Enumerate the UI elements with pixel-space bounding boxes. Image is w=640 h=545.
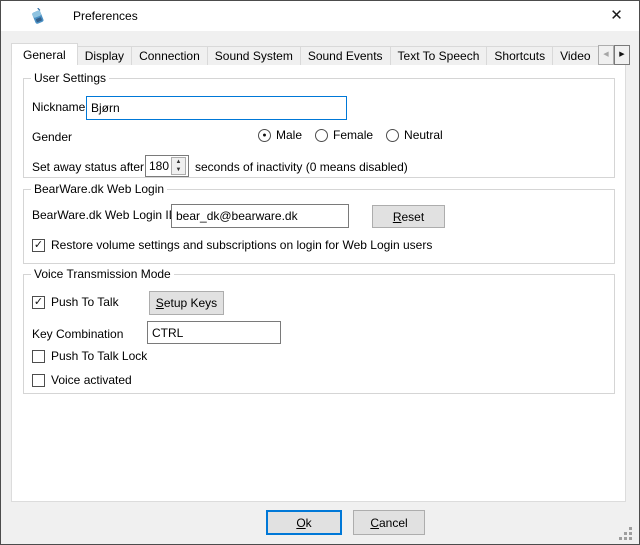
gender-label: Gender [32,130,72,145]
radio-label: Male [276,128,302,142]
nickname-label: Nickname [32,100,85,115]
radio-female[interactable]: Female [315,128,373,142]
radio-neutral[interactable]: Neutral [386,128,443,142]
window-title: Preferences [73,1,138,31]
checkbox-checked-icon: ✓ [32,296,45,309]
checkbox-unchecked-icon [32,350,45,363]
tab-scroll-left-icon[interactable]: ◀ [598,45,614,65]
checkbox-push-to-talk-lock[interactable]: Push To Talk Lock [32,349,147,363]
spin-down-icon[interactable]: ▼ [172,166,185,174]
checkbox-label: Restore volume settings and subscription… [51,238,432,252]
away-seconds-spinner: ▲ ▼ [145,155,189,177]
group-voice-transmission: Voice Transmission Mode ✓ Push To Talk S… [23,274,615,394]
resize-grip[interactable] [619,537,622,540]
away-seconds-input[interactable] [146,156,171,176]
group-user-settings: User Settings Nickname Gender ● Male Fem… [23,78,615,178]
checkbox-unchecked-icon [32,374,45,387]
tab-sound-events[interactable]: Sound Events [300,46,391,65]
away-status-label: Set away status after [32,160,144,175]
reset-button[interactable]: Reset [372,205,445,228]
key-combination-input[interactable] [147,321,281,344]
tab-text-to-speech[interactable]: Text To Speech [390,46,488,65]
checkbox-voice-activated[interactable]: Voice activated [32,373,132,387]
checkbox-label: Push To Talk Lock [51,349,147,363]
tab-sound-system[interactable]: Sound System [207,46,301,65]
app-icon [29,8,46,25]
tab-shortcuts[interactable]: Shortcuts [486,46,553,65]
spinner-buttons: ▲ ▼ [171,157,186,175]
checkbox-label: Voice activated [51,373,132,387]
radio-label: Neutral [404,128,443,142]
away-status-suffix-label: seconds of inactivity (0 means disabled) [195,160,408,175]
tab-scroll-right-icon[interactable]: ▶ [614,45,630,65]
cancel-button[interactable]: Cancel [353,510,425,535]
close-icon[interactable]: ✕ [594,1,639,31]
checkbox-push-to-talk[interactable]: ✓ Push To Talk [32,295,119,309]
spin-up-icon[interactable]: ▲ [172,158,185,166]
ok-button[interactable]: Ok [266,510,342,535]
tab-video[interactable]: Video [552,46,598,65]
radio-icon [315,129,328,142]
group-title: Voice Transmission Mode [31,267,174,281]
group-title: User Settings [31,71,109,85]
preferences-dialog: Preferences ✕ General Display Connection… [0,0,640,545]
titlebar[interactable]: Preferences ✕ [1,1,639,31]
key-combination-label: Key Combination [32,327,123,342]
tab-display[interactable]: Display [77,46,132,65]
gender-radio-group: ● Male Female Neutral [258,128,443,142]
group-title: BearWare.dk Web Login [31,182,167,196]
tab-bar: General Display Connection Sound System … [11,43,598,65]
setup-keys-button[interactable]: Setup Keys [149,291,224,315]
checkbox-checked-icon: ✓ [32,239,45,252]
checkbox-label: Push To Talk [51,295,119,309]
radio-icon [386,129,399,142]
radio-icon: ● [258,129,271,142]
web-login-id-label: BearWare.dk Web Login ID [32,208,177,223]
tab-general[interactable]: General [11,43,78,65]
group-web-login: BearWare.dk Web Login BearWare.dk Web Lo… [23,189,615,264]
radio-male[interactable]: ● Male [258,128,302,142]
nickname-input[interactable] [86,96,347,120]
tab-connection[interactable]: Connection [131,46,208,65]
radio-label: Female [333,128,373,142]
checkbox-restore-volume[interactable]: ✓ Restore volume settings and subscripti… [32,238,432,252]
web-login-id-input[interactable] [171,204,349,228]
